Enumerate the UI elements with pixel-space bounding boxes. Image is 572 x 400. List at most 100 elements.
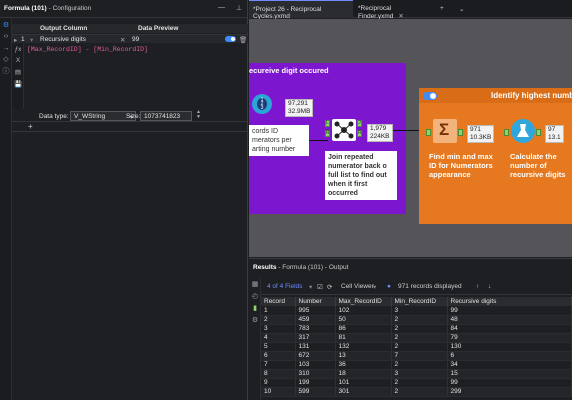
tool-container-recursive[interactable]: ecureive digit occured 123 97,291 32.9MB… <box>249 63 406 214</box>
multi-row-tool-icon[interactable]: 123 <box>252 94 272 114</box>
table-row[interactable]: 7 103 36 2 34 <box>261 360 572 370</box>
table-cell[interactable]: 86 <box>335 324 392 334</box>
tool-container-highest[interactable]: Identify highest numb Σ 971 10.3KB Find … <box>419 88 572 224</box>
table-cell[interactable]: 102 <box>335 306 392 316</box>
table-cell[interactable]: 99 <box>447 378 572 388</box>
table-cell[interactable]: 50 <box>335 315 392 325</box>
table-cell[interactable]: 1 <box>261 306 296 316</box>
table-cell[interactable]: 36 <box>335 360 392 370</box>
table-cell[interactable]: 317 <box>295 333 336 343</box>
chart-icon[interactable]: ◴ <box>251 293 259 301</box>
table-cell[interactable]: 48 <box>447 315 572 325</box>
chevron-down-icon[interactable]: ▾ <box>373 283 376 291</box>
minimize-icon[interactable]: — <box>218 4 225 11</box>
input-anchor-l[interactable]: L <box>325 120 330 127</box>
table-cell[interactable]: 6 <box>447 351 572 361</box>
arrow-up-icon[interactable]: ↑ <box>476 283 479 290</box>
table-cell[interactable]: 2 <box>261 315 296 325</box>
note-c[interactable]: Find min and max ID for Numerators appea… <box>426 150 501 181</box>
expression-text[interactable]: [Max_RecordID] - [Min_RecordID] <box>27 46 148 53</box>
table-cell[interactable]: 310 <box>295 369 336 379</box>
table-cell[interactable]: 3 <box>261 324 296 334</box>
plus-icon[interactable]: + <box>28 122 33 131</box>
table-cell[interactable]: 15 <box>447 369 572 379</box>
table-cell[interactable]: 2 <box>391 333 448 343</box>
settings-icon[interactable]: ⚙ <box>251 317 259 325</box>
table-cell[interactable]: 101 <box>335 378 392 388</box>
column-header[interactable]: Recursive digits <box>447 297 572 306</box>
table-row[interactable]: 8 310 18 3 15 <box>261 369 572 379</box>
input-anchor-r[interactable]: R <box>325 130 330 137</box>
table-cell[interactable]: 4 <box>261 333 296 343</box>
formula-grid-row[interactable]: ▸ 1 ▾ Recursive digits ✕ 99 🗑 <box>12 34 248 44</box>
table-cell[interactable]: 2 <box>391 387 448 397</box>
container-toggle[interactable] <box>423 92 437 100</box>
table-row[interactable]: 2 459 50 2 48 <box>261 315 572 325</box>
table-cell[interactable]: 2 <box>391 360 448 370</box>
table-cell[interactable]: 99 <box>447 306 572 316</box>
note-b[interactable]: Join repeated numerator back o full list… <box>325 151 397 200</box>
table-cell[interactable]: 9 <box>261 378 296 388</box>
table-row[interactable]: 5 131 132 2 130 <box>261 342 572 352</box>
table-cell[interactable]: 132 <box>335 342 392 352</box>
arrow-down-icon[interactable]: ↓ <box>488 283 491 290</box>
output-anchor-j[interactable]: J <box>357 120 362 127</box>
tab-list-chevron-icon[interactable]: ⌄ <box>455 0 468 18</box>
table-cell[interactable]: 2 <box>391 342 448 352</box>
summarize-tool-icon[interactable]: Σ <box>433 119 457 143</box>
output-anchor[interactable] <box>536 129 541 136</box>
table-row[interactable]: 10 599 301 2 299 <box>261 387 572 397</box>
table-cell[interactable]: 131 <box>295 342 336 352</box>
output-anchor[interactable] <box>458 129 463 136</box>
input-anchor[interactable] <box>426 129 431 136</box>
add-formula-row[interactable]: + <box>12 122 248 132</box>
table-cell[interactable]: 13 <box>335 351 392 361</box>
table-cell[interactable]: 2 <box>391 315 448 325</box>
table-cell[interactable]: 672 <box>295 351 336 361</box>
save-expression-icon[interactable]: 💾 <box>14 81 22 89</box>
table-cell[interactable]: 34 <box>447 360 572 370</box>
table-cell[interactable]: 103 <box>295 360 336 370</box>
code-icon[interactable]: ‹› <box>2 33 10 41</box>
table-cell[interactable]: 5 <box>261 342 296 352</box>
table-cell[interactable]: 8 <box>261 369 296 379</box>
table-cell[interactable]: 10 <box>261 387 296 397</box>
row-expand-icon[interactable]: ▸ <box>14 36 17 44</box>
file-icon[interactable]: ▤ <box>14 69 22 77</box>
table-cell[interactable]: 7 <box>391 351 448 361</box>
check-icon[interactable]: ☑ <box>317 283 323 291</box>
input-anchor[interactable] <box>504 129 509 136</box>
gear-icon[interactable]: ⚙ <box>2 22 10 30</box>
table-cell[interactable]: 995 <box>295 306 336 316</box>
formula-tool-icon[interactable] <box>511 119 535 143</box>
size-input[interactable]: 1073741823 <box>140 111 192 121</box>
tab-project-26[interactable]: *Project 26 - Reciprocal Cycles.yxmd <box>249 0 353 20</box>
info-icon[interactable]: ⓘ <box>2 68 10 76</box>
table-row[interactable]: 4 317 81 2 79 <box>261 333 572 343</box>
tag-icon[interactable]: ◇ <box>2 56 10 64</box>
table-cell[interactable]: 79 <box>447 333 572 343</box>
table-cell[interactable]: 199 <box>295 378 336 388</box>
trash-icon[interactable]: 🗑 <box>239 36 247 44</box>
formula-enabled-toggle[interactable] <box>225 36 236 42</box>
row-dropdown-icon[interactable]: ▾ <box>30 36 33 44</box>
note-a[interactable]: cords ID merators per arting number <box>249 125 309 156</box>
column-header[interactable]: Min_RecordID <box>391 297 448 306</box>
table-cell[interactable]: 459 <box>295 315 336 325</box>
column-header[interactable]: Record <box>261 297 296 306</box>
table-row[interactable]: 9 199 101 2 99 <box>261 378 572 388</box>
table-cell[interactable]: 3 <box>391 369 448 379</box>
clear-field-icon[interactable]: ✕ <box>120 36 125 44</box>
note-d[interactable]: Calculate the number of recursive digits <box>507 150 572 181</box>
chevron-down-icon[interactable]: ▾ <box>309 283 312 291</box>
table-cell[interactable]: 599 <box>295 387 336 397</box>
refresh-icon[interactable]: ⟳ <box>327 283 332 291</box>
table-cell[interactable]: 783 <box>295 324 336 334</box>
column-header[interactable]: Number <box>295 297 336 306</box>
table-cell[interactable]: 3 <box>391 306 448 316</box>
table-cell[interactable]: 299 <box>447 387 572 397</box>
fields-selector[interactable]: 4 of 4 Fields <box>267 283 302 290</box>
table-cell[interactable]: 301 <box>335 387 392 397</box>
expression-editor[interactable]: ƒx X ▤ 💾 [Max_RecordID] - [Min_RecordID] <box>12 44 248 109</box>
data-icon[interactable]: ▮ <box>251 305 259 313</box>
